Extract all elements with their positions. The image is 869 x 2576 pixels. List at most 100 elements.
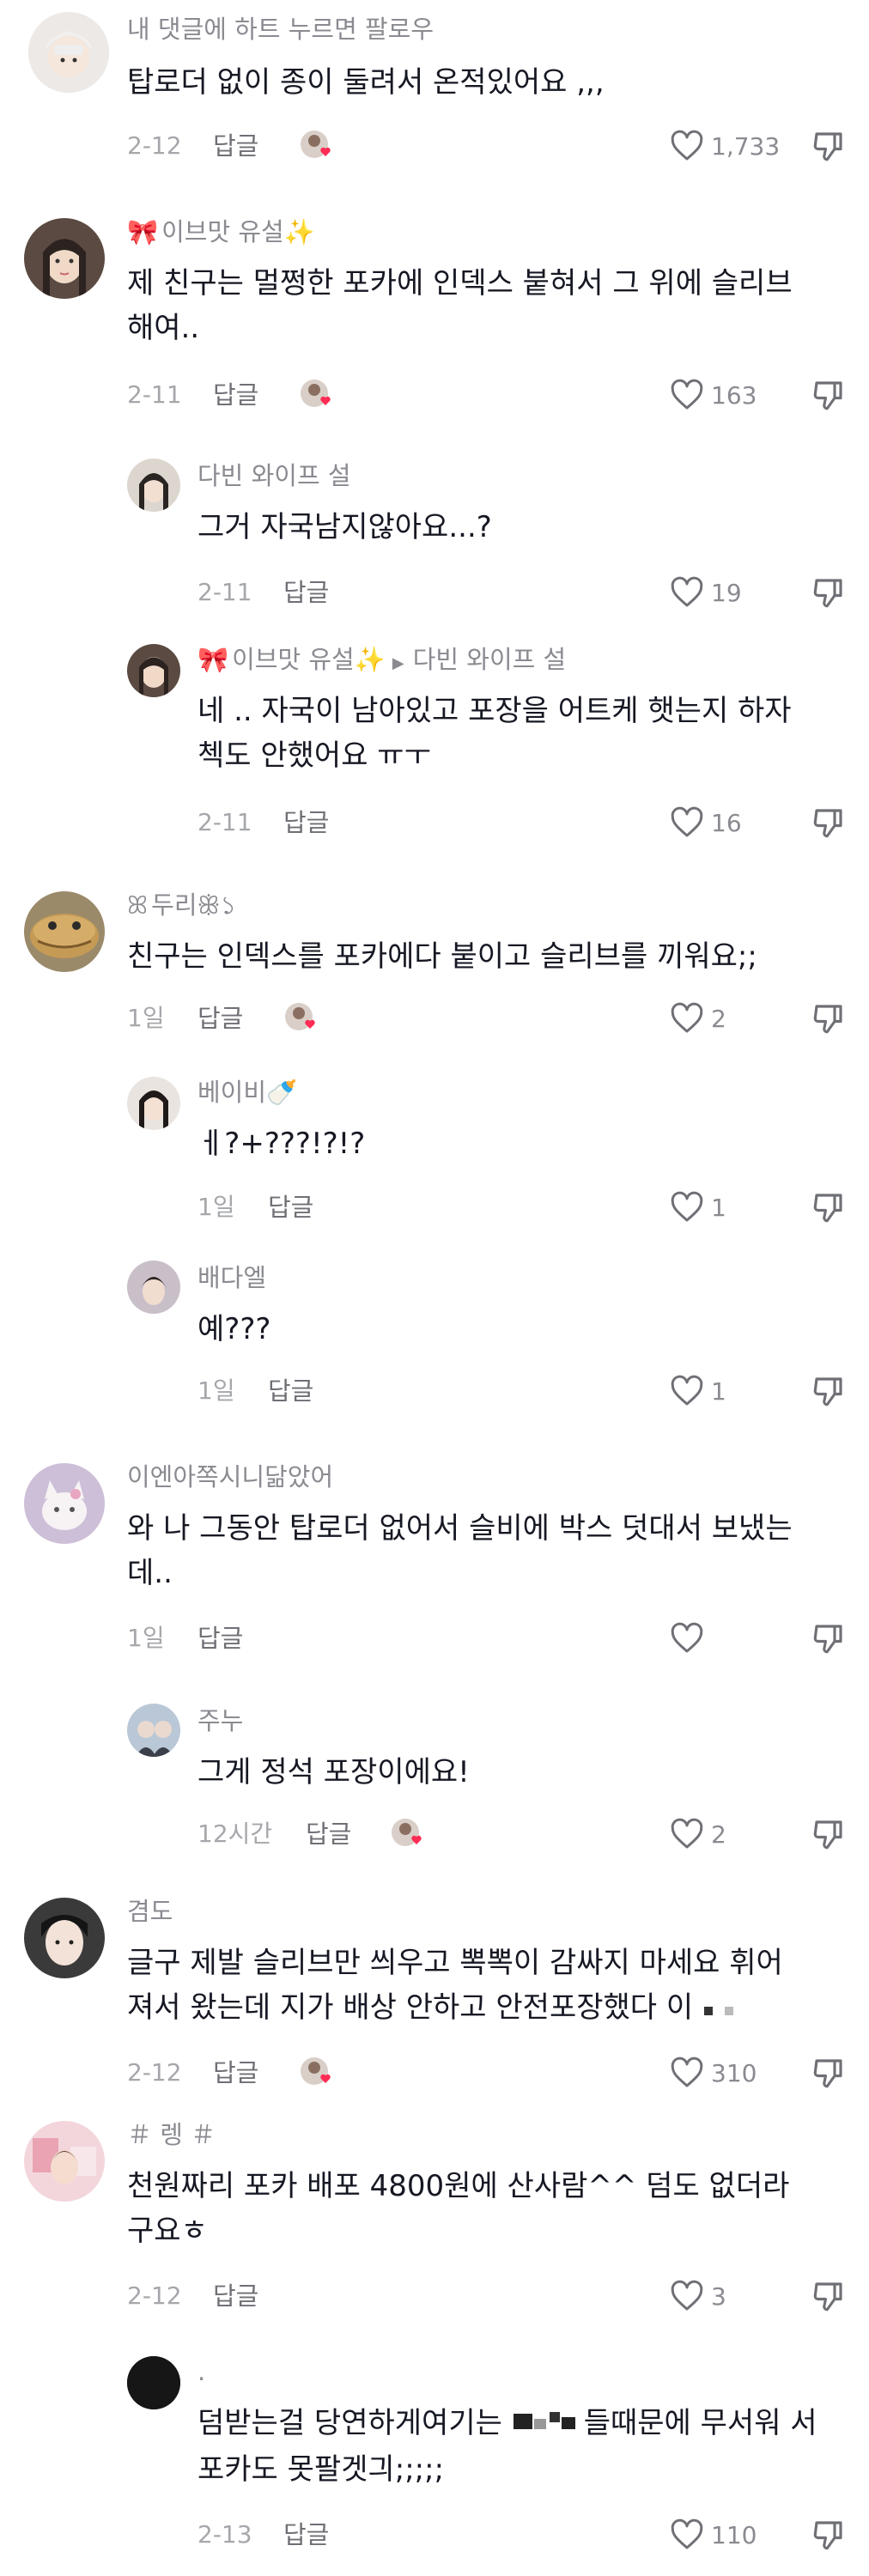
like-count: 3	[711, 2281, 726, 2311]
comment-text: 덤받는걸 당연하게여기는 들때문에 무서워 서 포카도 못팔겟긔;;;;;	[198, 2401, 833, 2492]
like-button[interactable]: 163	[670, 376, 757, 414]
like-button[interactable]: 3	[670, 2277, 726, 2315]
dislike-icon[interactable]	[811, 2278, 847, 2314]
redacted-emoji	[702, 1987, 737, 2032]
creator-liked-badge	[283, 1001, 318, 1036]
like-button[interactable]: 2	[670, 999, 726, 1037]
comment-text: 탑로더 없이 종이 둘려서 온적있어요 ,,,	[127, 65, 605, 100]
heart-icon	[671, 806, 703, 837]
avatar[interactable]	[127, 459, 180, 512]
comment-text: 그거 자국남지않아요...?	[198, 510, 492, 544]
comment-username[interactable]: ＃ 렝 ＃	[127, 2119, 216, 2150]
avatar[interactable]	[127, 1261, 180, 1314]
comment-username[interactable]: 주누	[198, 1705, 243, 1736]
like-button[interactable]: 1	[670, 1372, 726, 1410]
avatar[interactable]	[127, 644, 180, 697]
like-button[interactable]: 310	[670, 2054, 757, 2092]
comment-text-body: 글구 제발 슬리브만 씌우고 뽁뽁이 감싸지 마세요 휘어 져서 왔는데 지가 …	[127, 1946, 793, 2025]
like-count: 2	[711, 1820, 726, 1849]
comment-username[interactable]: 내 댓글에 하트 누르면 팔로우	[127, 14, 434, 45]
comment-text-before: 덤받는걸 당연하게여기는	[198, 2406, 512, 2440]
heart-icon	[671, 1622, 703, 1653]
comment-text: ㅔ?+???!?!?	[198, 1127, 366, 1161]
reply-button[interactable]: 답글	[198, 1619, 243, 1657]
avatar[interactable]	[24, 1898, 105, 1978]
like-count: 1	[711, 1376, 726, 1406]
creator-liked-badge	[299, 2056, 333, 2090]
dislike-icon[interactable]	[811, 574, 847, 611]
dislike-icon[interactable]	[811, 1620, 847, 1656]
reply-button[interactable]: 답글	[213, 2054, 258, 2092]
reply-button[interactable]: 답글	[213, 127, 258, 165]
avatar[interactable]	[127, 1077, 180, 1130]
comment-text: 예???	[198, 1312, 271, 1346]
reply-button[interactable]: 답글	[283, 574, 329, 611]
like-button[interactable]: 16	[670, 804, 742, 841]
comment-date: 2-12	[127, 2058, 182, 2087]
creator-liked-badge	[299, 378, 333, 412]
comment-date: 1일	[198, 1193, 235, 1221]
reply-button[interactable]: 답글	[283, 2516, 329, 2554]
comment-date: 2-11	[198, 808, 252, 836]
like-count: 110	[711, 2520, 757, 2549]
comment-date: 2-12	[127, 131, 182, 160]
dislike-icon[interactable]	[811, 1000, 847, 1036]
comment-username[interactable]: 베이비🍼	[198, 1077, 297, 1108]
dislike-icon[interactable]	[811, 128, 847, 164]
avatar[interactable]	[24, 891, 105, 972]
dislike-icon[interactable]	[811, 1816, 847, 1852]
like-count: 2	[711, 1004, 726, 1033]
like-count: 19	[711, 578, 742, 607]
reply-button[interactable]: 답글	[213, 2277, 258, 2315]
like-button[interactable]: 2	[670, 1815, 726, 1853]
dislike-icon[interactable]	[811, 1189, 847, 1225]
avatar[interactable]	[24, 2121, 105, 2202]
avatar[interactable]	[28, 12, 109, 93]
comment-username[interactable]: 🎀 이브맛 유설✨ ▶ 다빈 와이프 설	[198, 644, 566, 679]
dislike-icon[interactable]	[811, 2517, 847, 2553]
heart-icon	[671, 1002, 703, 1033]
comment-username[interactable]: .	[198, 2356, 205, 2387]
dislike-icon[interactable]	[811, 377, 847, 413]
like-button[interactable]: 1	[670, 1188, 726, 1226]
comment-date: 2-11	[127, 380, 182, 409]
avatar[interactable]	[24, 1463, 105, 1544]
creator-liked-badge	[299, 129, 333, 163]
like-button[interactable]: 110	[670, 2516, 757, 2554]
heart-icon	[671, 2518, 703, 2549]
like-button[interactable]: 1,733	[670, 127, 780, 165]
like-button[interactable]	[670, 1619, 711, 1657]
dislike-icon[interactable]	[811, 805, 847, 841]
comment-text: 그게 정석 포장이에요!	[198, 1755, 470, 1789]
like-button[interactable]: 19	[670, 574, 742, 611]
heart-icon	[671, 379, 703, 410]
comment-username[interactable]: ꕤ 두리ꕥ১	[127, 890, 236, 920]
comment-text: 글구 제발 슬리브만 씌우고 뽁뽁이 감싸지 마세요 휘어 져서 왔는데 지가 …	[127, 1941, 831, 2032]
comment-username[interactable]: 다빈 와이프 설	[198, 460, 351, 491]
reply-button[interactable]: 답글	[306, 1815, 351, 1853]
reply-button[interactable]: 답글	[198, 999, 243, 1037]
creator-liked-badge	[390, 1817, 424, 1851]
heart-icon	[671, 130, 703, 161]
avatar[interactable]	[127, 1704, 180, 1757]
comment-username[interactable]: 이엔아쪽시니닮았어	[127, 1461, 333, 1492]
heart-icon	[671, 1375, 703, 1406]
reply-button[interactable]: 답글	[268, 1188, 313, 1226]
redacted-emoji	[512, 2403, 584, 2447]
comment-username[interactable]: 배다엘	[198, 1262, 266, 1293]
dislike-icon[interactable]	[811, 2055, 847, 2091]
dislike-icon[interactable]	[811, 1373, 847, 1409]
reply-button[interactable]: 답글	[283, 804, 329, 841]
heart-icon	[671, 1191, 703, 1222]
comment-username[interactable]: 🎀 이브맛 유설✨	[127, 216, 315, 247]
comment-date: 2-11	[198, 578, 252, 606]
like-count: 163	[711, 380, 757, 410]
comment-username[interactable]: 겸도	[127, 1896, 173, 1927]
reply-button[interactable]: 답글	[213, 376, 258, 414]
avatar[interactable]	[24, 218, 105, 299]
avatar[interactable]	[127, 2356, 180, 2409]
reply-target-username[interactable]: 다빈 와이프 설	[413, 645, 567, 674]
reply-button[interactable]: 답글	[268, 1372, 313, 1410]
comment-date: 1일	[127, 1624, 165, 1652]
comment-text: 친구는 인덱스를 포카에다 붙이고 슬리브를 끼워요;;	[127, 939, 757, 974]
